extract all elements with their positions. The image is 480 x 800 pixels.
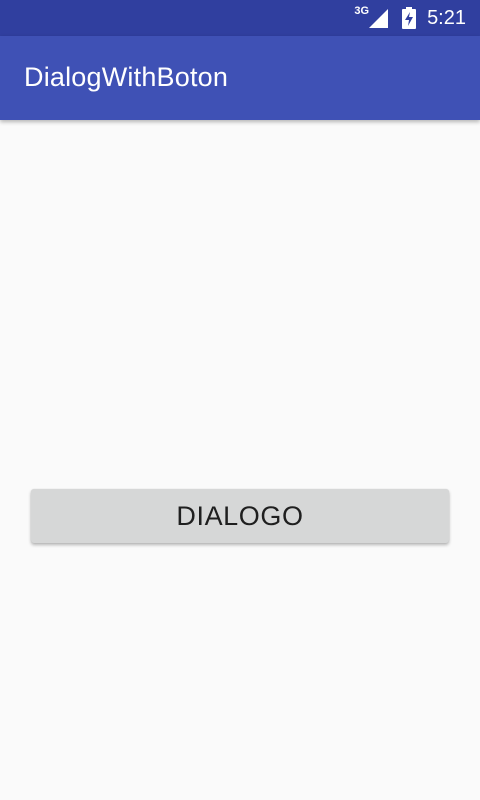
- main-content: DIALOGO: [0, 120, 480, 800]
- network-type-label: 3G: [354, 5, 370, 17]
- signal-icon: [369, 9, 389, 28]
- app-title: DialogWithBoton: [24, 62, 229, 92]
- dialog-button[interactable]: DIALOGO: [31, 489, 449, 543]
- battery-charging-icon: [402, 7, 417, 29]
- app-bar: DialogWithBoton: [0, 36, 480, 120]
- clock: 5:21: [427, 6, 466, 29]
- status-bar: 3G 5:21: [0, 0, 480, 36]
- status-icons: 3G 5:21: [354, 0, 466, 36]
